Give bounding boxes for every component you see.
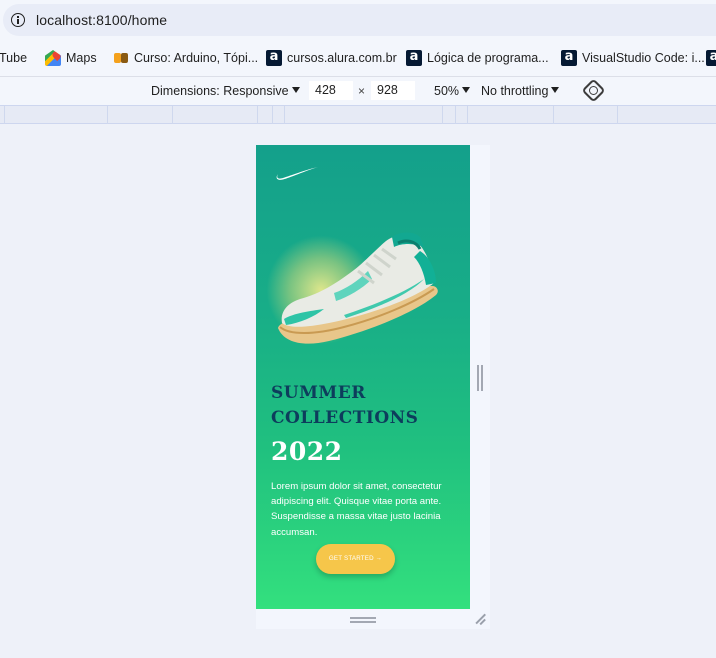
corner-resize-icon[interactable] xyxy=(474,613,486,625)
dimensions-label: Dimensions: Responsive xyxy=(151,84,289,98)
site-info-icon[interactable] xyxy=(11,13,25,27)
headline: SUMMER COLLECTIONS xyxy=(271,381,461,431)
alura-icon: a xyxy=(561,50,577,66)
nike-logo-icon[interactable] xyxy=(275,165,319,183)
alura-icon: a xyxy=(706,50,716,66)
zoom-dropdown[interactable]: 50% xyxy=(434,84,471,98)
width-input[interactable]: 428 xyxy=(309,81,353,100)
google-maps-icon xyxy=(45,50,61,66)
bookmark-label: Lógica de programa... xyxy=(427,51,549,65)
ruler-tick xyxy=(284,106,285,124)
ruler-tick xyxy=(553,106,554,124)
chevron-down-icon xyxy=(291,87,300,93)
bookmark-label: VisualStudio Code: i... xyxy=(582,51,705,65)
ruler-tick xyxy=(272,106,273,124)
arduino-icon xyxy=(113,50,129,66)
media-query-ruler[interactable] xyxy=(0,105,716,124)
dimensions-dropdown[interactable]: Dimensions: Responsive xyxy=(151,84,300,98)
dimension-separator: × xyxy=(358,84,366,98)
zoom-label: 50% xyxy=(434,84,460,98)
ruler-tick xyxy=(467,106,468,124)
ruler-tick xyxy=(455,106,456,124)
height-input[interactable]: 928 xyxy=(371,81,415,100)
bookmark-label: Curso: Arduino, Tópi... xyxy=(134,51,259,65)
device-toolbar: Dimensions: Responsive 428 × 928 50% No … xyxy=(0,77,716,105)
collection-year: 2022 xyxy=(271,437,343,466)
bookmark-label: Maps xyxy=(66,51,97,65)
bookmark-alura[interactable]: a cursos.alura.com.br xyxy=(266,50,397,66)
throttling-dropdown[interactable]: No throttling xyxy=(481,84,560,98)
throttling-label: No throttling xyxy=(481,84,549,98)
right-resize-handle[interactable] xyxy=(477,365,483,391)
chevron-down-icon xyxy=(462,87,471,93)
bookmark-arduino-course[interactable]: Curso: Arduino, Tópi... xyxy=(113,50,258,66)
address-bar-row: localhost:8100/home xyxy=(0,0,716,40)
device-viewport: SUMMER COLLECTIONS 2022 Lorem ipsum dolo… xyxy=(256,145,470,609)
bookmark-label: Tube xyxy=(0,51,28,65)
address-bar[interactable]: localhost:8100/home xyxy=(3,4,716,36)
ruler-tick xyxy=(172,106,173,124)
ruler-tick xyxy=(257,106,258,124)
get-started-button[interactable]: GET STARTED → xyxy=(316,544,395,574)
bookmark-label: cursos.alura.com.br xyxy=(287,51,397,65)
url-text[interactable]: localhost:8100/home xyxy=(36,12,167,28)
bookmark-overflow[interactable]: a xyxy=(706,50,716,66)
bookmark-vscode[interactable]: a VisualStudio Code: i... xyxy=(561,50,705,66)
chevron-down-icon xyxy=(551,87,560,93)
sneaker-image xyxy=(278,232,438,344)
bookmark-logica-programacao[interactable]: a Lógica de programa... xyxy=(406,50,549,66)
alura-icon: a xyxy=(406,50,422,66)
bookmark-youtube[interactable]: Tube xyxy=(0,50,27,66)
alura-icon: a xyxy=(266,50,282,66)
hero-description: Lorem ipsum dolor sit amet, consectetur … xyxy=(271,481,442,538)
bottom-resize-handle[interactable] xyxy=(350,617,376,623)
bookmark-maps[interactable]: Maps xyxy=(45,50,97,66)
ruler-tick xyxy=(442,106,443,124)
ruler-tick xyxy=(107,106,108,124)
headline-line: COLLECTIONS xyxy=(271,408,419,428)
headline-line: SUMMER xyxy=(271,383,366,403)
ruler-tick xyxy=(4,106,5,124)
ruler-tick xyxy=(617,106,618,124)
bookmarks-bar: Tube Maps Curso: Arduino, Tópi... a curso… xyxy=(0,40,716,77)
